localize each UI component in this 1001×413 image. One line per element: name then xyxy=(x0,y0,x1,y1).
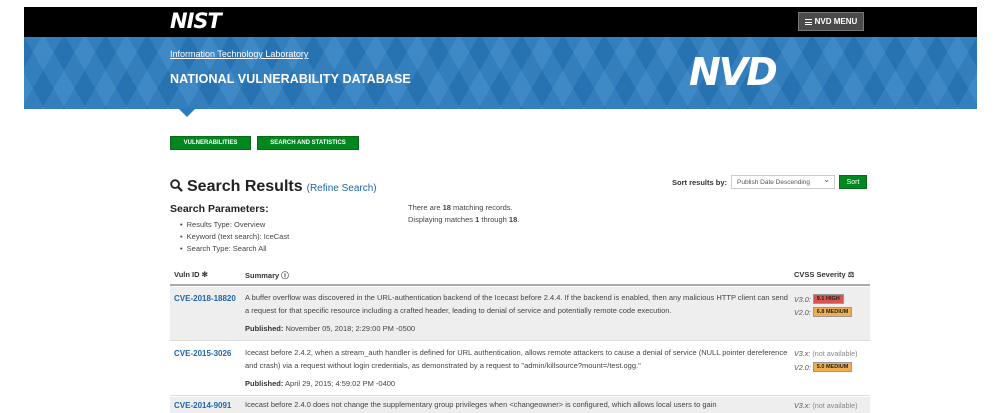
sort-controls: Sort results by: Publish Date Descending… xyxy=(672,175,868,189)
col-vuln-id[interactable]: Vuln ID ✻ xyxy=(174,270,208,279)
col-summary-label: Summary xyxy=(245,271,280,280)
cve-summary: Icecast before 2.4.2, when a stream_auth… xyxy=(245,348,788,370)
cve-link[interactable]: CVE-2014-9091 xyxy=(174,401,231,410)
search-parameters-list: Results Type: Overview Keyword (text sea… xyxy=(180,219,290,255)
match-count: 18 xyxy=(442,203,451,212)
table-row: CVE-2018-18820 A buffer overflow was dis… xyxy=(170,287,870,341)
param-results-type: Results Type: Overview xyxy=(180,219,289,231)
severity-badge[interactable]: 5.0 MEDIUM xyxy=(812,362,853,372)
display-to: 18 xyxy=(508,215,518,224)
published-date: Published: April 29, 2015; 4:59:02 PM -0… xyxy=(245,379,395,388)
cvss-v2: V2.0: 5.0 MEDIUM xyxy=(794,362,853,372)
severity-badge[interactable]: 6.8 MEDIUM xyxy=(812,307,853,317)
cvss-v3-value: (not available) xyxy=(812,349,858,358)
cvss-v3-label: V3.0: xyxy=(794,294,811,304)
cve-link[interactable]: CVE-2018-18820 xyxy=(174,294,236,303)
display-end: . xyxy=(517,215,520,224)
cve-summary: Icecast before 2.4.0 does not change the… xyxy=(245,400,717,409)
col-vuln-id-label: Vuln ID xyxy=(174,270,200,279)
banner-notch xyxy=(178,108,196,117)
search-parameters-title: Search Parameters: xyxy=(170,203,269,215)
page-title: Search Results xyxy=(187,178,303,195)
col-summary: Summary ⓘ xyxy=(245,270,289,281)
sort-select[interactable]: Publish Date Descending xyxy=(731,175,836,189)
match-text: There are xyxy=(408,203,443,212)
cvss-v3-label: V3.x: xyxy=(794,401,811,410)
matching-records: There are 18 matching records. Displayin… xyxy=(408,202,519,226)
published-label: Published: xyxy=(245,324,284,333)
param-search-type: Search Type: Search All xyxy=(180,243,289,255)
sort-label: Sort results by: xyxy=(672,177,728,187)
nvd-menu-label: NVD MENU xyxy=(814,17,858,26)
results-heading: Search Results (Refine Search) xyxy=(170,178,377,196)
top-bar: NIST NVD MENU xyxy=(24,7,977,37)
site-banner: Information Technology Laboratory NATION… xyxy=(24,37,977,109)
nist-logo[interactable]: NIST xyxy=(170,9,222,33)
col-cvss-label: CVSS Severity xyxy=(794,270,846,279)
cvss-v2-label: V2.0: xyxy=(794,362,811,372)
vulnerabilities-button[interactable]: VULNERABILITIES xyxy=(170,136,251,150)
display-mid: through xyxy=(479,215,509,224)
display-text: Displaying matches xyxy=(408,215,476,224)
scale-icon[interactable]: ⚖ xyxy=(848,270,855,279)
results-table-header: Vuln ID ✻ Summary ⓘ CVSS Severity ⚖ xyxy=(170,266,870,286)
cvss-v3-value: (not available) xyxy=(812,401,858,410)
cvss-v3: V3.0: 9.1 HIGH xyxy=(794,294,844,304)
table-row: CVE-2015-3026 Icecast before 2.4.2, when… xyxy=(170,342,870,396)
site-title[interactable]: NATIONAL VULNERABILITY DATABASE xyxy=(170,72,411,86)
published-label: Published: xyxy=(245,379,284,388)
nvd-menu-button[interactable]: NVD MENU xyxy=(798,12,864,31)
itl-link[interactable]: Information Technology Laboratory xyxy=(170,49,308,59)
cve-summary: A buffer overflow was discovered in the … xyxy=(245,293,788,315)
cvss-v2-label: V2.0: xyxy=(794,307,811,317)
cvss-v3: V3.x: (not available) xyxy=(794,349,858,358)
cve-link[interactable]: CVE-2015-3026 xyxy=(174,349,231,358)
refine-search-link[interactable]: (Refine Search) xyxy=(307,183,377,194)
severity-badge[interactable]: 9.1 HIGH xyxy=(812,294,844,304)
search-icon xyxy=(170,179,183,192)
sort-icon: ✻ xyxy=(201,270,208,279)
search-statistics-button[interactable]: SEARCH AND STATISTICS xyxy=(257,136,359,150)
cvss-v3: V3.x: (not available) xyxy=(794,401,858,410)
nvd-logo[interactable]: NVD xyxy=(689,50,778,94)
cvss-v2: V2.0: 6.8 MEDIUM xyxy=(794,307,853,317)
match-text-end: matching records. xyxy=(450,203,513,212)
hamburger-icon xyxy=(804,18,812,25)
published-value: April 29, 2015; 4:59:02 PM -0400 xyxy=(285,379,396,388)
info-icon[interactable]: ⓘ xyxy=(281,271,289,280)
param-keyword: Keyword (text search): IceCast xyxy=(180,231,290,243)
table-row: CVE-2014-9091 Icecast before 2.4.0 does … xyxy=(170,397,870,413)
col-cvss: CVSS Severity ⚖ xyxy=(794,270,855,279)
sort-button[interactable]: Sort xyxy=(839,175,868,189)
published-value: November 05, 2018; 2:29:00 PM -0500 xyxy=(285,324,416,333)
published-date: Published: November 05, 2018; 2:29:00 PM… xyxy=(245,324,415,333)
cvss-v3-label: V3.x: xyxy=(794,349,811,358)
